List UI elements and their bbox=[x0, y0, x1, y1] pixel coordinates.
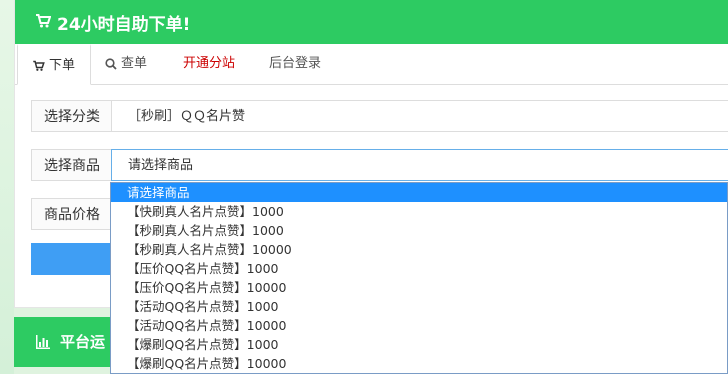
category-label: 选择分类 bbox=[31, 100, 113, 132]
category-select[interactable]: ［秒刷］ＱＱ名片赞 bbox=[111, 100, 728, 132]
tab-open-substation[interactable]: 开通分站 bbox=[183, 44, 235, 84]
cart-icon bbox=[36, 14, 51, 28]
dropdown-option[interactable]: 【快刷真人名片点赞】1000 bbox=[111, 202, 727, 221]
product-select[interactable]: 请选择商品 bbox=[111, 149, 728, 181]
tab-admin-login-label: 后台登录 bbox=[269, 56, 322, 71]
dropdown-option[interactable]: 【压价QQ名片点赞】10000 bbox=[111, 278, 727, 297]
dropdown-option[interactable]: 【爆刷QQ名片点赞】1000 bbox=[111, 335, 727, 354]
tab-query[interactable]: 查单 bbox=[105, 44, 147, 84]
dropdown-option[interactable]: 【压价QQ名片点赞】1000 bbox=[111, 259, 727, 278]
panel-header: 24小时自助下单! bbox=[15, 0, 728, 44]
dropdown-option[interactable]: 请选择商品 bbox=[111, 183, 727, 202]
tab-bar: 下单 查单 开通分站 后台登录 bbox=[15, 44, 728, 85]
product-label: 选择商品 bbox=[31, 149, 113, 181]
dropdown-option[interactable]: 【活动QQ名片点赞】10000 bbox=[111, 316, 727, 335]
tab-order-label: 下单 bbox=[49, 58, 76, 73]
product-dropdown-list: 请选择商品 【快刷真人名片点赞】1000 【秒刷真人名片点赞】1000 【秒刷真… bbox=[110, 182, 728, 374]
submit-button[interactable] bbox=[31, 243, 113, 275]
stats-title: 平台运 bbox=[60, 333, 106, 351]
tab-order[interactable]: 下单 bbox=[17, 44, 91, 85]
panel-title: 24小时自助下单! bbox=[57, 15, 191, 35]
dropdown-option[interactable]: 【秒刷真人名片点赞】10000 bbox=[111, 240, 727, 259]
dropdown-option[interactable]: 【活动QQ名片点赞】1000 bbox=[111, 297, 727, 316]
page-background bbox=[0, 0, 14, 374]
search-icon bbox=[105, 58, 117, 70]
tab-open-substation-label: 开通分站 bbox=[183, 56, 236, 71]
tab-admin-login[interactable]: 后台登录 bbox=[269, 44, 321, 84]
bar-chart-icon bbox=[36, 335, 50, 349]
tab-query-label: 查单 bbox=[121, 56, 148, 71]
price-label: 商品价格 bbox=[31, 198, 113, 230]
cart-icon bbox=[33, 60, 45, 71]
dropdown-option[interactable]: 【爆刷QQ名片点赞】10000 bbox=[111, 354, 727, 373]
stats-panel-header: 平台运 bbox=[14, 317, 114, 367]
dropdown-option[interactable]: 【秒刷真人名片点赞】1000 bbox=[111, 221, 727, 240]
